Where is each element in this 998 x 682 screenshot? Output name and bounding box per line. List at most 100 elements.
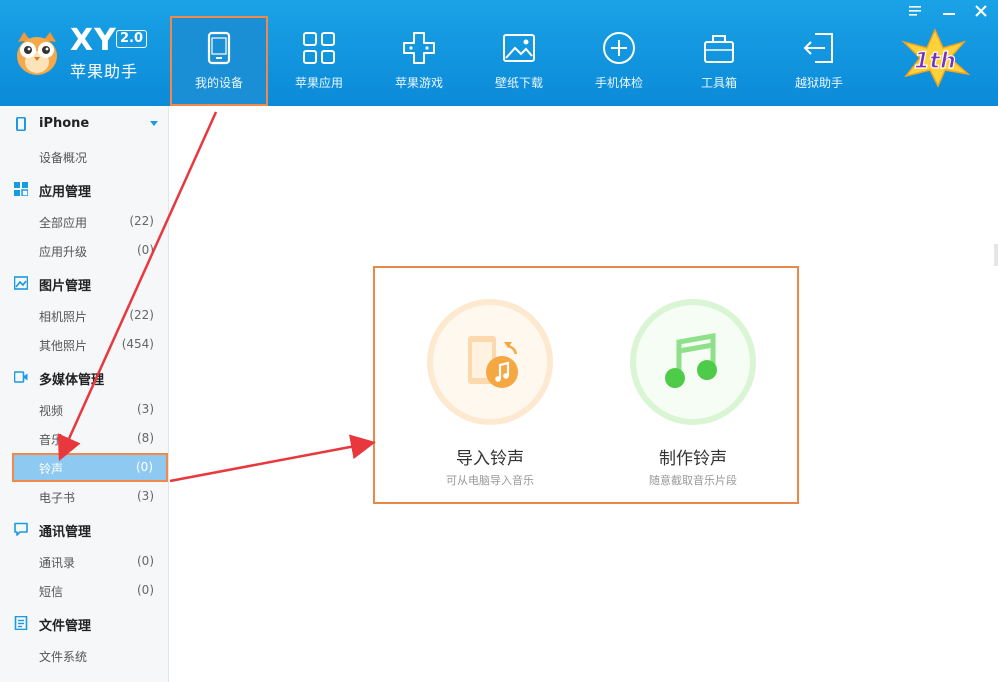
sidebar-item-count: (22) [129, 214, 154, 228]
sidebar-item-music[interactable]: 音乐 (8) [0, 424, 169, 453]
sidebar-group-device: iPhone 设备概况 [0, 106, 169, 171]
sidebar-item-count: (22) [129, 308, 154, 322]
exit-arrow-icon [803, 33, 833, 63]
sidebar-item-count: (0) [137, 583, 154, 597]
sidebar: iPhone 设备概况 应用管理 全部应用 (22) 应用升级 (0) 图片管理… [0, 106, 169, 682]
nav-jailbreak[interactable]: 越狱助手 [770, 16, 868, 106]
sidebar-head-apps[interactable]: 应用管理 [0, 171, 169, 207]
badge-text: 1th [914, 49, 956, 74]
sidebar-head-communication[interactable]: 通讯管理 [0, 511, 169, 547]
sidebar-item-ringtone[interactable]: 铃声 (0) [12, 453, 168, 482]
sidebar-item-count: (3) [137, 402, 154, 416]
sidebar-item-device-overview[interactable]: 设备概况 [0, 142, 169, 171]
sidebar-item-other-photos[interactable]: 其他照片 (454) [0, 330, 169, 359]
nav-label: 越狱助手 [794, 76, 843, 90]
sidebar-item-file-system[interactable]: 文件系统 [0, 641, 169, 670]
sidebar-title: 多媒体管理 [39, 373, 105, 388]
menu-button[interactable] [900, 0, 930, 22]
import-ringtone-button[interactable]: 导入铃声 可从电脑导入音乐 [390, 296, 590, 496]
scrollbar[interactable] [994, 244, 998, 266]
sidebar-group-media: 多媒体管理 视频 (3) 音乐 (8) 铃声 (0) 电子书 (3) [0, 359, 169, 511]
sidebar-item-camera-photos[interactable]: 相机照片 (22) [0, 301, 169, 330]
nav-label: 我的设备 [194, 76, 243, 90]
app-logo: XY 2.0 苹果助手 [12, 22, 172, 84]
sidebar-item-count: (0) [137, 554, 154, 568]
sidebar-group-photos: 图片管理 相机照片 (22) 其他照片 (454) [0, 265, 169, 359]
make-ringtone-button[interactable]: 制作铃声 随意截取音乐片段 [593, 296, 793, 496]
sidebar-item-app-upgrade[interactable]: 应用升级 (0) [0, 236, 169, 265]
sidebar-item-count: (8) [137, 431, 154, 445]
sidebar-head-photos[interactable]: 图片管理 [0, 265, 169, 301]
chevron-down-icon[interactable] [150, 121, 158, 126]
sidebar-item-label: 文件系统 [39, 650, 88, 664]
sidebar-item-label: 其他照片 [39, 339, 88, 353]
file-icon [14, 616, 28, 630]
nav-toolbox[interactable]: 工具箱 [670, 16, 768, 106]
picture-icon [503, 34, 535, 62]
nav-wallpaper[interactable]: 壁纸下载 [470, 16, 568, 106]
close-icon [975, 5, 987, 17]
plus-circle-icon [603, 32, 635, 64]
sidebar-title: 应用管理 [39, 185, 92, 200]
import-ringtone-title: 导入铃声 [456, 449, 524, 469]
main-content: 导入铃声 可从电脑导入音乐 制作铃声 随意截取音乐片段 [170, 106, 998, 682]
brand-version: 2.0 [116, 30, 148, 48]
toolbox-icon [704, 35, 734, 63]
sidebar-title: 文件管理 [39, 619, 92, 634]
video-icon [14, 371, 28, 383]
minimize-button[interactable] [934, 0, 964, 22]
sidebar-item-label: 短信 [39, 585, 64, 599]
sidebar-item-count: (454) [121, 337, 154, 351]
sidebar-head-files[interactable]: 文件管理 [0, 605, 169, 641]
nav-phone-check[interactable]: 手机体检 [570, 16, 668, 106]
anniversary-badge: 1th [901, 28, 971, 88]
tablet-icon [207, 31, 231, 65]
sidebar-title: 通讯管理 [39, 525, 92, 540]
sidebar-item-label: 相机照片 [39, 310, 88, 324]
sidebar-title: iPhone [39, 116, 90, 131]
sidebar-group-files: 文件管理 文件系统 [0, 605, 169, 670]
sidebar-item-ebook[interactable]: 电子书 (3) [0, 482, 169, 511]
sidebar-item-label: 电子书 [39, 491, 76, 505]
sidebar-item-count: (0) [136, 460, 153, 474]
sidebar-item-count: (3) [137, 489, 154, 503]
sidebar-item-label: 应用升级 [39, 245, 88, 259]
sidebar-group-communication: 通讯管理 通讯录 (0) 短信 (0) [0, 511, 169, 605]
nav-label: 苹果游戏 [394, 76, 443, 90]
sidebar-item-label: 全部应用 [39, 216, 88, 230]
sidebar-title: 图片管理 [39, 279, 92, 294]
close-button[interactable] [966, 0, 996, 22]
sidebar-group-apps: 应用管理 全部应用 (22) 应用升级 (0) [0, 171, 169, 265]
gamepad-icon [403, 32, 435, 64]
sidebar-item-count: (0) [137, 243, 154, 257]
sidebar-item-label: 视频 [39, 404, 64, 418]
nav-apple-games[interactable]: 苹果游戏 [370, 16, 468, 106]
apps-icon [14, 182, 28, 196]
nav-label: 壁纸下载 [494, 76, 543, 90]
owl-mascot-icon [17, 32, 57, 75]
app-window: XY 2.0 苹果助手 我的设备 苹果应用 苹果游戏 壁纸下载 手机体检 工具箱… [0, 0, 998, 682]
import-ringtone-icon [427, 299, 553, 425]
nav-label: 手机体检 [594, 76, 643, 90]
sidebar-item-sms[interactable]: 短信 (0) [0, 576, 169, 605]
nav-my-device[interactable]: 我的设备 [170, 16, 268, 106]
sidebar-head-media[interactable]: 多媒体管理 [0, 359, 169, 395]
nav-label: 苹果应用 [294, 76, 343, 90]
top-header: XY 2.0 苹果助手 我的设备 苹果应用 苹果游戏 壁纸下载 手机体检 工具箱… [0, 0, 998, 106]
sidebar-item-video[interactable]: 视频 (3) [0, 395, 169, 424]
make-ringtone-subtitle: 随意截取音乐片段 [649, 474, 737, 487]
grid-icon [303, 32, 335, 64]
sidebar-item-label: 音乐 [39, 433, 64, 447]
sidebar-item-label: 通讯录 [39, 556, 76, 570]
ringtone-action-panel: 导入铃声 可从电脑导入音乐 制作铃声 随意截取音乐片段 [373, 266, 799, 504]
menu-icon [909, 6, 921, 16]
phone-icon [16, 117, 26, 131]
image-icon [14, 276, 28, 290]
brand-name: 苹果助手 [70, 62, 139, 81]
nav-label: 工具箱 [700, 76, 737, 90]
import-ringtone-subtitle: 可从电脑导入音乐 [446, 474, 534, 487]
nav-apple-apps[interactable]: 苹果应用 [270, 16, 368, 106]
sidebar-head-iphone[interactable]: iPhone [0, 106, 169, 142]
sidebar-item-contacts[interactable]: 通讯录 (0) [0, 547, 169, 576]
sidebar-item-all-apps[interactable]: 全部应用 (22) [0, 207, 169, 236]
